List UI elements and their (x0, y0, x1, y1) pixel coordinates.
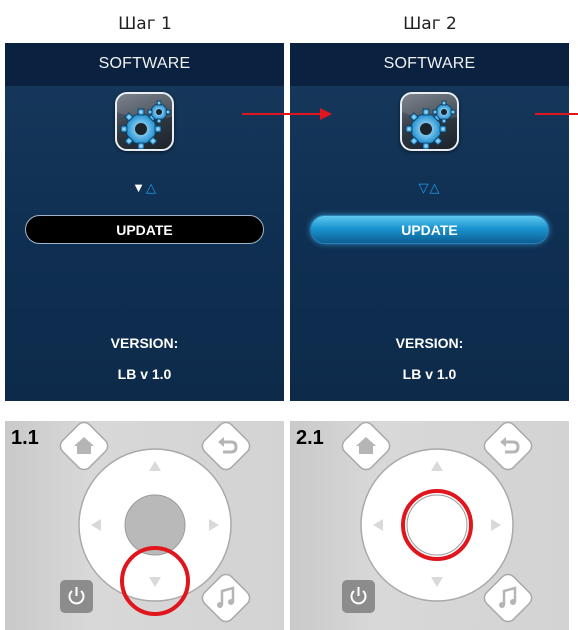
ok-button[interactable] (406, 494, 468, 556)
power-icon[interactable] (342, 580, 375, 613)
software-gears-icon (400, 92, 459, 151)
version-value: LB v 1.0 (117, 366, 172, 382)
update-button-selected[interactable]: UPDATE (310, 215, 549, 244)
home-icon[interactable] (339, 421, 393, 473)
power-icon[interactable] (60, 580, 93, 613)
arrowhead-icon (320, 108, 332, 120)
screen-header: SOFTWARE (290, 43, 569, 86)
software-screen-step-1: SOFTWARE ▼△ UPDATE VERSION: LB v 1.0 (5, 43, 284, 401)
down-arrow-indicator: ▼ (132, 180, 146, 195)
step-2-title: Шаг 2 (403, 14, 457, 34)
up-arrow-indicator: △ (429, 180, 441, 195)
software-gears-icon (115, 92, 174, 151)
version-label: VERSION: (110, 335, 179, 351)
remote-step-label: 1.1 (11, 427, 39, 449)
back-icon[interactable] (199, 421, 253, 473)
nav-arrows-indicator: ▽△ (290, 180, 569, 196)
down-arrow-indicator: ▽ (418, 180, 430, 195)
remote-control-step-2: 2.1 (290, 421, 569, 630)
home-icon[interactable] (57, 421, 111, 473)
step-1-title: Шаг 1 (118, 14, 172, 34)
update-button[interactable]: UPDATE (25, 215, 264, 244)
version-value: LB v 1.0 (402, 366, 457, 382)
version-label: VERSION: (395, 335, 464, 351)
remote-step-label: 2.1 (296, 427, 324, 449)
back-icon[interactable] (481, 421, 535, 473)
nav-arrows-indicator: ▼△ (5, 180, 284, 196)
screen-header: SOFTWARE (5, 43, 284, 86)
remote-control-step-1: 1.1 (5, 421, 284, 630)
step-transition-arrow (242, 108, 332, 120)
software-screen-step-2: SOFTWARE ▽△ UPDATE VERSION: LB v 1.0 (290, 43, 569, 401)
up-arrow-indicator: △ (145, 180, 157, 195)
next-step-arrow (535, 113, 578, 115)
